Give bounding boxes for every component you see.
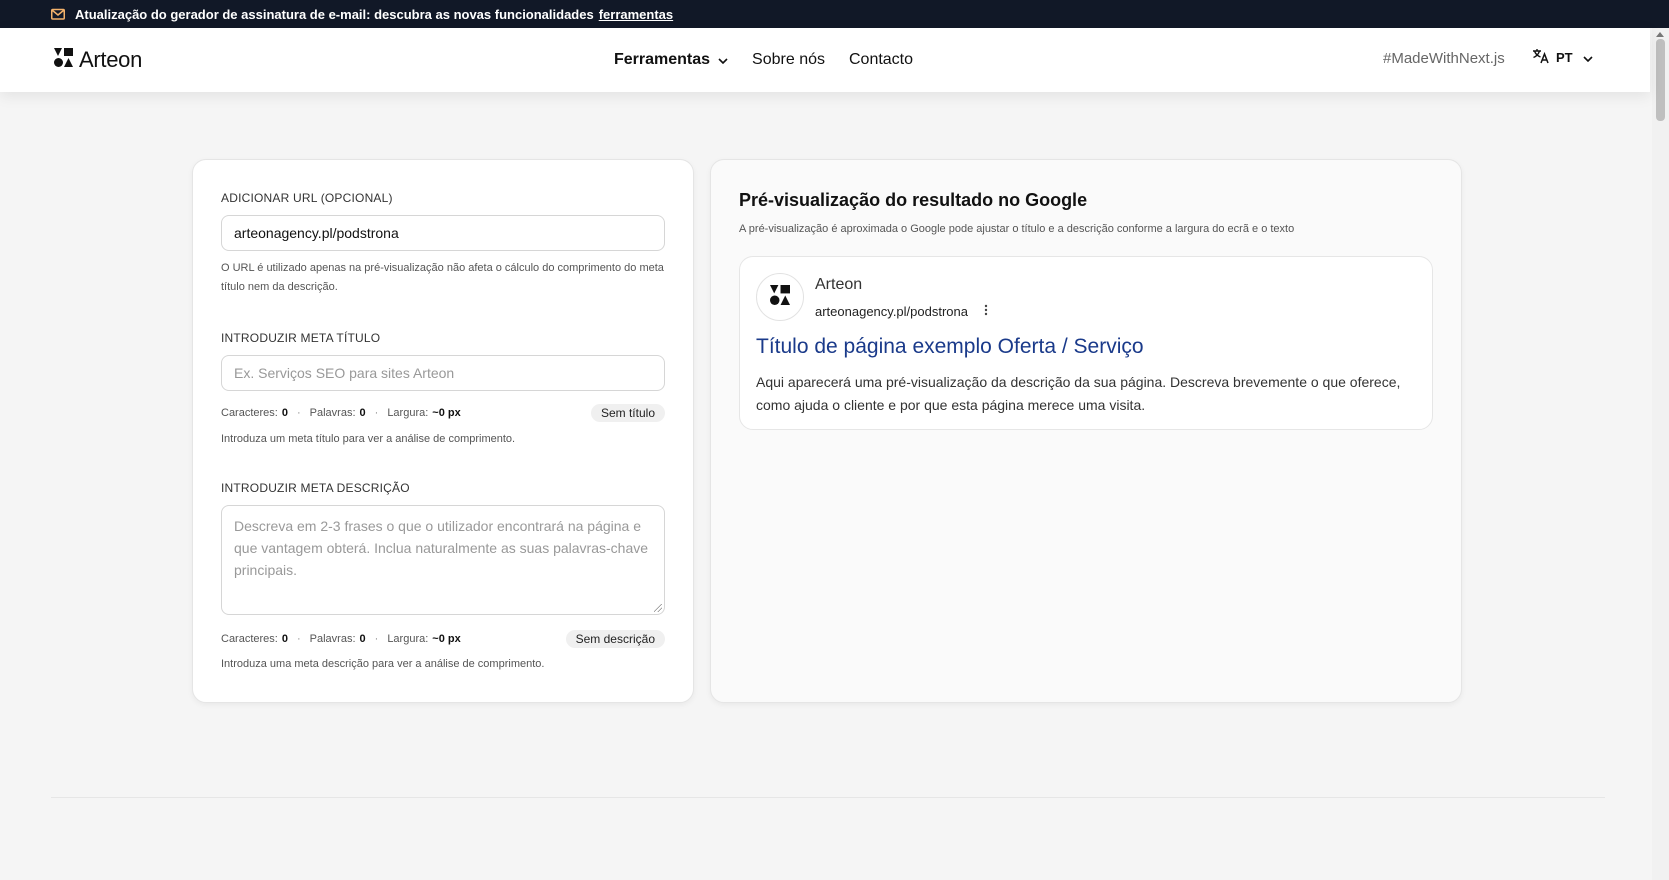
site-favicon xyxy=(756,273,804,321)
chars-value: 0 xyxy=(281,633,288,645)
translate-icon xyxy=(1532,48,1550,67)
serp-title[interactable]: Título de página exemplo Oferta / Serviç… xyxy=(756,335,1144,359)
width-label: Largura: xyxy=(387,633,429,645)
separator: · xyxy=(296,633,301,645)
arteon-logo-icon xyxy=(54,48,73,72)
serp-url: arteonagency.pl/podstrona xyxy=(815,304,968,319)
site-header: Arteon Ferramentas Sobre nós Contacto #M… xyxy=(0,28,1650,92)
width-value: ~0 px xyxy=(432,633,461,645)
main-nav: Ferramentas Sobre nós Contacto xyxy=(614,28,937,92)
nav-item-label: Contacto xyxy=(848,51,914,68)
serp-url-row: arteonagency.pl/podstrona xyxy=(815,304,988,319)
words-value: 0 xyxy=(359,633,366,645)
url-hint: O URL é utilizado apenas na pré-visualiz… xyxy=(221,262,664,293)
language-code: PT xyxy=(1556,50,1573,65)
serp-site-name: Arteon xyxy=(815,276,863,293)
chevron-down-icon xyxy=(718,51,728,69)
language-selector[interactable]: PT xyxy=(1532,48,1593,67)
logo[interactable]: Arteon xyxy=(54,47,142,73)
arteon-logo-icon xyxy=(770,284,790,310)
nav-item-contacto[interactable]: Contacto xyxy=(849,51,913,69)
separator: · xyxy=(374,407,379,419)
resize-handle[interactable] xyxy=(654,604,662,612)
serp-result: Arteon arteonagency.pl/podstrona Título … xyxy=(739,256,1433,430)
announcement-text: Atualização do gerador de assinatura de … xyxy=(75,6,594,22)
status-badge: Sem descrição xyxy=(565,630,665,648)
title-stats: Caracteres: 0 · Palavras: 0 · Largura: ~… xyxy=(221,404,665,422)
nav-item-ferramentas[interactable]: Ferramentas xyxy=(614,51,728,69)
title-label: INTRODUZIR META TÍTULO xyxy=(221,331,381,345)
status-badge: Sem título xyxy=(590,404,665,422)
chars-label: Caracteres: xyxy=(221,407,278,419)
chars-label: Caracteres: xyxy=(221,633,278,645)
made-with-next-link[interactable]: #MadeWithNext.js xyxy=(1383,50,1505,67)
chars-value: 0 xyxy=(281,407,288,419)
scrollbar-thumb[interactable] xyxy=(1656,39,1665,121)
mail-icon xyxy=(51,8,65,20)
footer-divider xyxy=(51,797,1605,798)
scrollbar[interactable] xyxy=(1652,28,1669,880)
logo-text: Arteon xyxy=(79,47,143,72)
separator: · xyxy=(296,407,301,419)
announcement-bar: Atualização do gerador de assinatura de … xyxy=(0,0,1669,28)
serp-description: Aqui aparecerá uma pré-visualização da d… xyxy=(756,374,1401,413)
description-hint: Introduza uma meta descrição para ver a … xyxy=(221,658,545,670)
words-value: 0 xyxy=(359,407,366,419)
announcement-link[interactable]: ferramentas xyxy=(599,7,673,22)
words-label: Palavras: xyxy=(309,407,356,419)
url-label: ADICIONAR URL (OPCIONAL) xyxy=(221,191,393,205)
nav-item-label: Ferramentas xyxy=(614,51,711,68)
width-value: ~0 px xyxy=(432,407,461,419)
words-label: Palavras: xyxy=(309,633,356,645)
meta-description-textarea[interactable]: Descreva em 2-3 frases o que o utilizado… xyxy=(221,505,665,615)
description-label: INTRODUZIR META DESCRIÇÃO xyxy=(221,481,410,495)
google-preview-card: Pré-visualização do resultado no Google … xyxy=(710,159,1462,703)
preview-subtitle: A pré-visualização é aproximada o Google… xyxy=(739,223,1295,235)
separator: · xyxy=(374,633,379,645)
meta-form-card: ADICIONAR URL (OPCIONAL) arteonagency.pl… xyxy=(192,159,694,703)
more-vertical-icon[interactable] xyxy=(984,304,988,319)
chevron-down-icon xyxy=(1583,50,1593,65)
description-stats: Caracteres: 0 · Palavras: 0 · Largura: ~… xyxy=(221,630,665,648)
textarea-placeholder: Descreva em 2-3 frases o que o utilizado… xyxy=(234,518,649,578)
title-hint: Introduza um meta título para ver a anál… xyxy=(221,433,516,445)
scroll-up-arrow-icon[interactable] xyxy=(1656,32,1664,37)
nav-item-label: Sobre nós xyxy=(752,51,825,68)
meta-title-input[interactable]: Ex. Serviços SEO para sites Arteon xyxy=(221,355,665,391)
url-input[interactable]: arteonagency.pl/podstrona xyxy=(221,215,665,251)
preview-title: Pré-visualização do resultado no Google xyxy=(739,190,1088,210)
nav-item-sobre-nos[interactable]: Sobre nós xyxy=(752,51,825,69)
width-label: Largura: xyxy=(387,407,429,419)
